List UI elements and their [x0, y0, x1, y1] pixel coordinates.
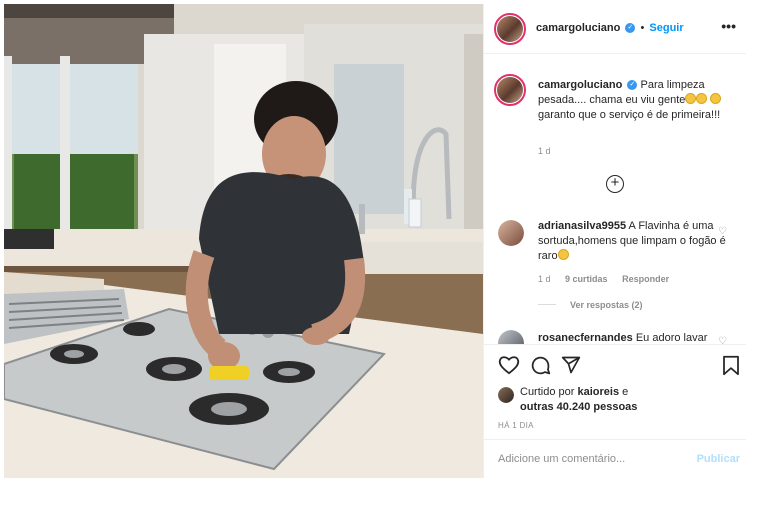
likes-count-others[interactable]: outras 40.240 pessoas [520, 401, 637, 413]
liked-by-prefix: Curtido por [520, 386, 575, 398]
view-replies-button[interactable]: Ver respostas (2) [570, 300, 643, 310]
liked-by-user[interactable]: kaioreis [577, 386, 619, 398]
more-dots-icon[interactable]: ••• [721, 18, 736, 34]
plus-circle-icon[interactable]: + [606, 175, 624, 193]
post-actions: Curtido por kaioreis e outras 40.240 pes… [484, 344, 746, 478]
comment-reply-button[interactable]: Responder [622, 274, 669, 284]
share-send-icon[interactable] [561, 355, 581, 375]
comment-item-2: rosanecfernandes Eu adoro lavar ♡ [484, 328, 746, 344]
header-separator: • [640, 22, 645, 34]
verified-badge-icon: ✓ [625, 23, 636, 34]
comment-bubble-icon[interactable] [530, 355, 551, 376]
comment-time[interactable]: 1 d [538, 274, 551, 284]
kitchen-photo [4, 4, 483, 478]
caption-username[interactable]: camargoluciano [538, 79, 622, 91]
author-username[interactable]: camargoluciano [536, 22, 620, 34]
commenter-avatar[interactable] [498, 220, 524, 246]
caption-text-2: garanto que o serviço é de primeira!!! [538, 109, 721, 121]
post-photo[interactable] [4, 4, 483, 478]
comment-like-heart-icon[interactable]: ♡ [718, 226, 727, 237]
post-header: camargoluciano ✓ • Seguir ••• [484, 4, 746, 54]
post-caption: camargoluciano ✓ Para limpeza pesada....… [538, 78, 730, 123]
comment-item: adrianasilva9955 A Flavinha é uma sortud… [538, 219, 730, 264]
like-heart-icon[interactable] [498, 355, 520, 375]
grinning-emoji-icon [710, 93, 722, 104]
liked-by-and: e [622, 386, 629, 398]
commenter-avatar[interactable] [498, 330, 524, 344]
comment-text: Eu adoro lavar [635, 332, 708, 344]
post-age[interactable]: HÁ 1 DIA [498, 421, 534, 430]
replies-divider [538, 304, 556, 305]
add-comment-input[interactable]: Adicione um comentário... [498, 453, 625, 465]
comment-username[interactable]: rosanecfernandes [538, 332, 633, 344]
grinning-emoji-icon [696, 93, 708, 104]
comment-username[interactable]: adrianasilva9955 [538, 220, 626, 232]
follow-button[interactable]: Seguir [649, 22, 683, 34]
caption-time[interactable]: 1 d [538, 146, 551, 156]
comment-meta: 1 d 9 curtidas Responder [538, 274, 681, 284]
publish-button[interactable]: Publicar [697, 453, 740, 465]
liker-avatar[interactable] [498, 387, 514, 403]
grinning-emoji-icon [685, 93, 697, 104]
verified-badge-icon: ✓ [627, 80, 638, 91]
post-side-panel: camargoluciano ✓ • Seguir ••• camargoluc… [483, 4, 746, 478]
comment-like-heart-icon[interactable]: ♡ [718, 336, 727, 344]
caption-avatar[interactable] [494, 74, 526, 106]
grinning-emoji-icon [557, 249, 569, 260]
bookmark-save-icon[interactable] [722, 355, 740, 376]
author-avatar[interactable] [494, 13, 526, 45]
comment-likes[interactable]: 9 curtidas [565, 274, 608, 284]
add-comment-bar: Adicione um comentário... Publicar [484, 439, 746, 479]
liked-by-summary: Curtido por kaioreis e outras 40.240 pes… [520, 385, 637, 415]
